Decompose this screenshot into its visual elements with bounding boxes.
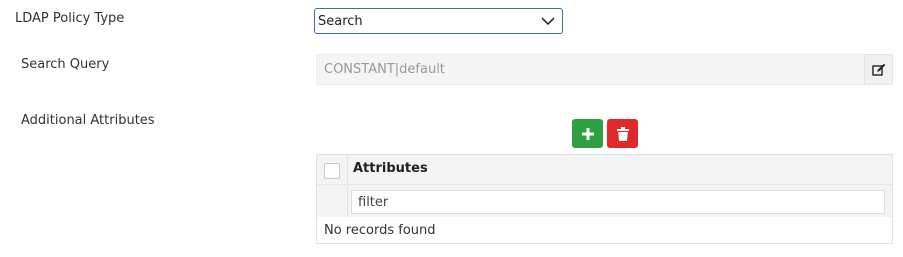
policy-type-value: Search	[318, 13, 363, 29]
attributes-table: Attributes No records found	[316, 154, 893, 244]
search-query-label: Search Query	[21, 57, 110, 72]
attributes-filter-input[interactable]	[351, 190, 885, 214]
edit-query-button[interactable]	[864, 54, 893, 85]
select-all-checkbox[interactable]	[324, 163, 340, 179]
empty-message: No records found	[324, 223, 436, 238]
additional-attributes-label: Additional Attributes	[21, 113, 155, 128]
table-header: Attributes	[317, 155, 892, 217]
plus-icon	[581, 127, 594, 140]
policy-type-label: LDAP Policy Type	[15, 11, 125, 26]
trash-icon	[616, 126, 629, 141]
add-attribute-button[interactable]	[572, 119, 603, 148]
search-query-field[interactable]: CONSTANT|default	[316, 54, 864, 85]
edit-icon	[871, 63, 885, 76]
delete-attribute-button[interactable]	[607, 119, 638, 148]
chevron-down-icon[interactable]	[540, 13, 556, 29]
attributes-column-header[interactable]: Attributes	[353, 161, 428, 176]
policy-type-select[interactable]: Search	[314, 8, 563, 34]
search-query-value: CONSTANT|default	[324, 62, 445, 77]
